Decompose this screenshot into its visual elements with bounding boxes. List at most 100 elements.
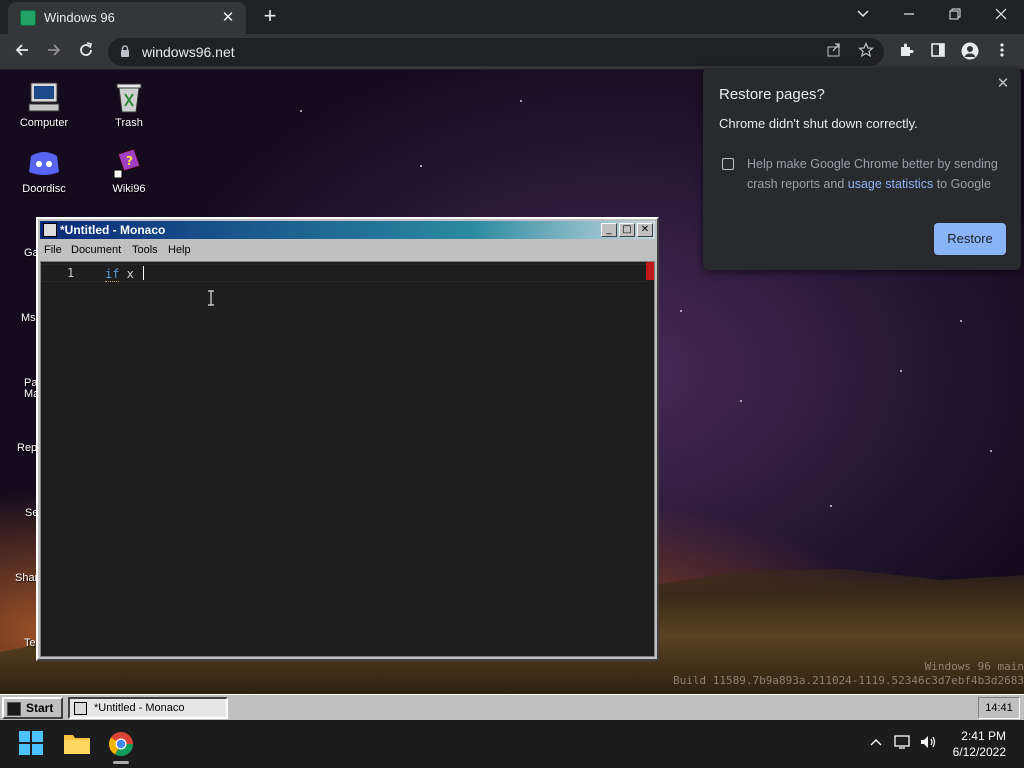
profile-avatar-icon[interactable] xyxy=(960,42,980,62)
restore-window-button[interactable] xyxy=(932,0,978,32)
checkbox-label: Help make Google Chrome better by sendin… xyxy=(747,154,1009,194)
file-explorer-icon[interactable] xyxy=(63,730,91,758)
desktop-icon-computer[interactable]: Computer xyxy=(9,80,79,129)
star xyxy=(300,110,302,112)
extensions-puzzle-icon[interactable] xyxy=(896,42,916,62)
reload-icon[interactable] xyxy=(74,40,98,64)
star xyxy=(740,400,742,402)
desktop-icon-doordisc[interactable]: Doordisc xyxy=(9,146,79,195)
minimize-window-button[interactable] xyxy=(886,0,932,32)
crash-report-checkbox[interactable] xyxy=(722,158,734,170)
code-text: x xyxy=(119,267,142,281)
windows96-favicon-icon xyxy=(20,10,36,26)
bookmark-star-icon[interactable] xyxy=(856,42,876,62)
menu-help[interactable]: Help xyxy=(168,244,191,256)
icon-label: Computer xyxy=(19,117,69,129)
tab-strip: Windows 96 ✕ + xyxy=(0,0,1024,34)
taskbar-item-monaco[interactable]: *Untitled - Monaco xyxy=(68,697,228,719)
side-panel-icon[interactable] xyxy=(928,42,948,62)
doordisc-icon xyxy=(29,152,59,175)
desktop-icon-wiki96[interactable]: ? Wiki96 xyxy=(94,146,164,195)
tab-search-chevron-icon[interactable] xyxy=(840,0,886,32)
popup-title: Restore pages? xyxy=(719,86,825,103)
kebab-menu-icon[interactable] xyxy=(992,42,1012,62)
star xyxy=(520,100,522,102)
menu-tools[interactable]: Tools xyxy=(132,244,158,256)
network-display-icon[interactable] xyxy=(893,734,913,754)
menu-document[interactable]: Document xyxy=(71,244,121,256)
text-caret xyxy=(143,266,145,280)
close-window-button[interactable] xyxy=(978,0,1024,32)
svg-text:?: ? xyxy=(126,154,133,168)
overview-ruler-error-marker[interactable] xyxy=(646,262,654,280)
clock-time: 2:41 PM xyxy=(961,729,1006,743)
url-text: windows96.net xyxy=(142,44,235,60)
win96-clock: 14:41 xyxy=(978,697,1020,719)
windows-start-icon[interactable] xyxy=(18,730,46,758)
minimize-button[interactable]: _ xyxy=(601,223,617,237)
address-bar[interactable]: windows96.net xyxy=(108,38,884,66)
star xyxy=(420,165,422,167)
partial-icon-label[interactable]: Ms xyxy=(21,312,36,324)
close-button[interactable]: ✕ xyxy=(637,223,653,237)
build-watermark: Windows 96 main Build 11589.7b9a893a.211… xyxy=(673,660,1024,688)
new-tab-button[interactable]: + xyxy=(258,5,282,28)
tab-title: Windows 96 xyxy=(44,10,115,25)
restore-pages-bubble: ✕ Restore pages? Chrome didn't shut down… xyxy=(703,68,1021,270)
restore-button[interactable]: Restore xyxy=(934,223,1006,255)
build-line-2: Build 11589.7b9a893a.211024-1119.52346c3… xyxy=(673,674,1024,687)
icon-label: Trash xyxy=(115,117,143,129)
tray-chevron-up-icon[interactable] xyxy=(866,734,886,754)
menu-file[interactable]: File xyxy=(44,244,62,256)
line-number: 1 xyxy=(67,266,75,280)
build-line-1: Windows 96 main xyxy=(924,660,1024,673)
monaco-window: *Untitled - Monaco _ □ ✕ File Document T… xyxy=(36,217,659,661)
code-line[interactable]: if x xyxy=(105,266,145,282)
monaco-task-icon xyxy=(74,702,87,715)
start-button[interactable]: Start xyxy=(2,697,63,719)
tab-close-icon[interactable]: ✕ xyxy=(218,8,238,28)
windows11-taskbar: 2:41 PM 6/12/2022 xyxy=(0,720,1024,768)
running-indicator xyxy=(113,761,129,764)
star xyxy=(830,505,832,507)
start-label: Start xyxy=(26,701,54,715)
star xyxy=(680,310,682,312)
share-icon[interactable] xyxy=(824,42,844,62)
wiki-book-icon: ? xyxy=(113,148,141,179)
code-editor[interactable]: 1 if x xyxy=(40,261,655,657)
volume-icon[interactable] xyxy=(918,734,938,754)
partial-icon-label[interactable]: Rep xyxy=(17,442,37,454)
tab-windows96[interactable]: Windows 96 ✕ xyxy=(8,2,246,34)
chrome-taskbar-icon[interactable] xyxy=(107,730,135,764)
star xyxy=(990,450,992,452)
clock-date: 6/12/2022 xyxy=(952,745,1006,759)
task-label: *Untitled - Monaco xyxy=(94,702,185,714)
code-keyword: if xyxy=(105,267,120,282)
checkbox-text-after: to Google xyxy=(933,177,991,191)
forward-arrow-icon[interactable] xyxy=(42,40,66,64)
back-arrow-icon[interactable] xyxy=(10,40,34,64)
partial-icon-label[interactable]: Shar xyxy=(15,572,38,584)
desktop-icon-trash[interactable]: Trash xyxy=(94,80,164,129)
win96-taskbar: Start *Untitled - Monaco 14:41 xyxy=(0,694,1024,720)
system-clock[interactable]: 2:41 PM 6/12/2022 xyxy=(936,728,1006,760)
window-titlebar[interactable]: *Untitled - Monaco _ □ ✕ xyxy=(40,221,655,239)
browser-toolbar: windows96.net xyxy=(0,34,1024,70)
ibeam-cursor-icon xyxy=(207,290,215,306)
usage-statistics-link[interactable]: usage statistics xyxy=(848,177,933,191)
popup-message: Chrome didn't shut down correctly. xyxy=(719,116,918,131)
popup-close-icon[interactable]: ✕ xyxy=(993,74,1013,94)
star xyxy=(960,320,962,322)
icon-label: Wiki96 xyxy=(112,183,146,195)
window-title: *Untitled - Monaco xyxy=(60,223,166,237)
maximize-button[interactable]: □ xyxy=(619,223,635,237)
lock-icon[interactable] xyxy=(120,45,130,58)
monaco-app-icon xyxy=(43,223,57,237)
computer-icon xyxy=(28,82,60,112)
trash-icon xyxy=(116,83,142,113)
menu-bar: File Document Tools Help xyxy=(40,241,655,261)
start-logo-icon xyxy=(7,702,21,716)
partial-icon-label[interactable]: Te xyxy=(24,637,36,649)
star xyxy=(900,370,902,372)
icon-label: Doordisc xyxy=(22,183,66,195)
